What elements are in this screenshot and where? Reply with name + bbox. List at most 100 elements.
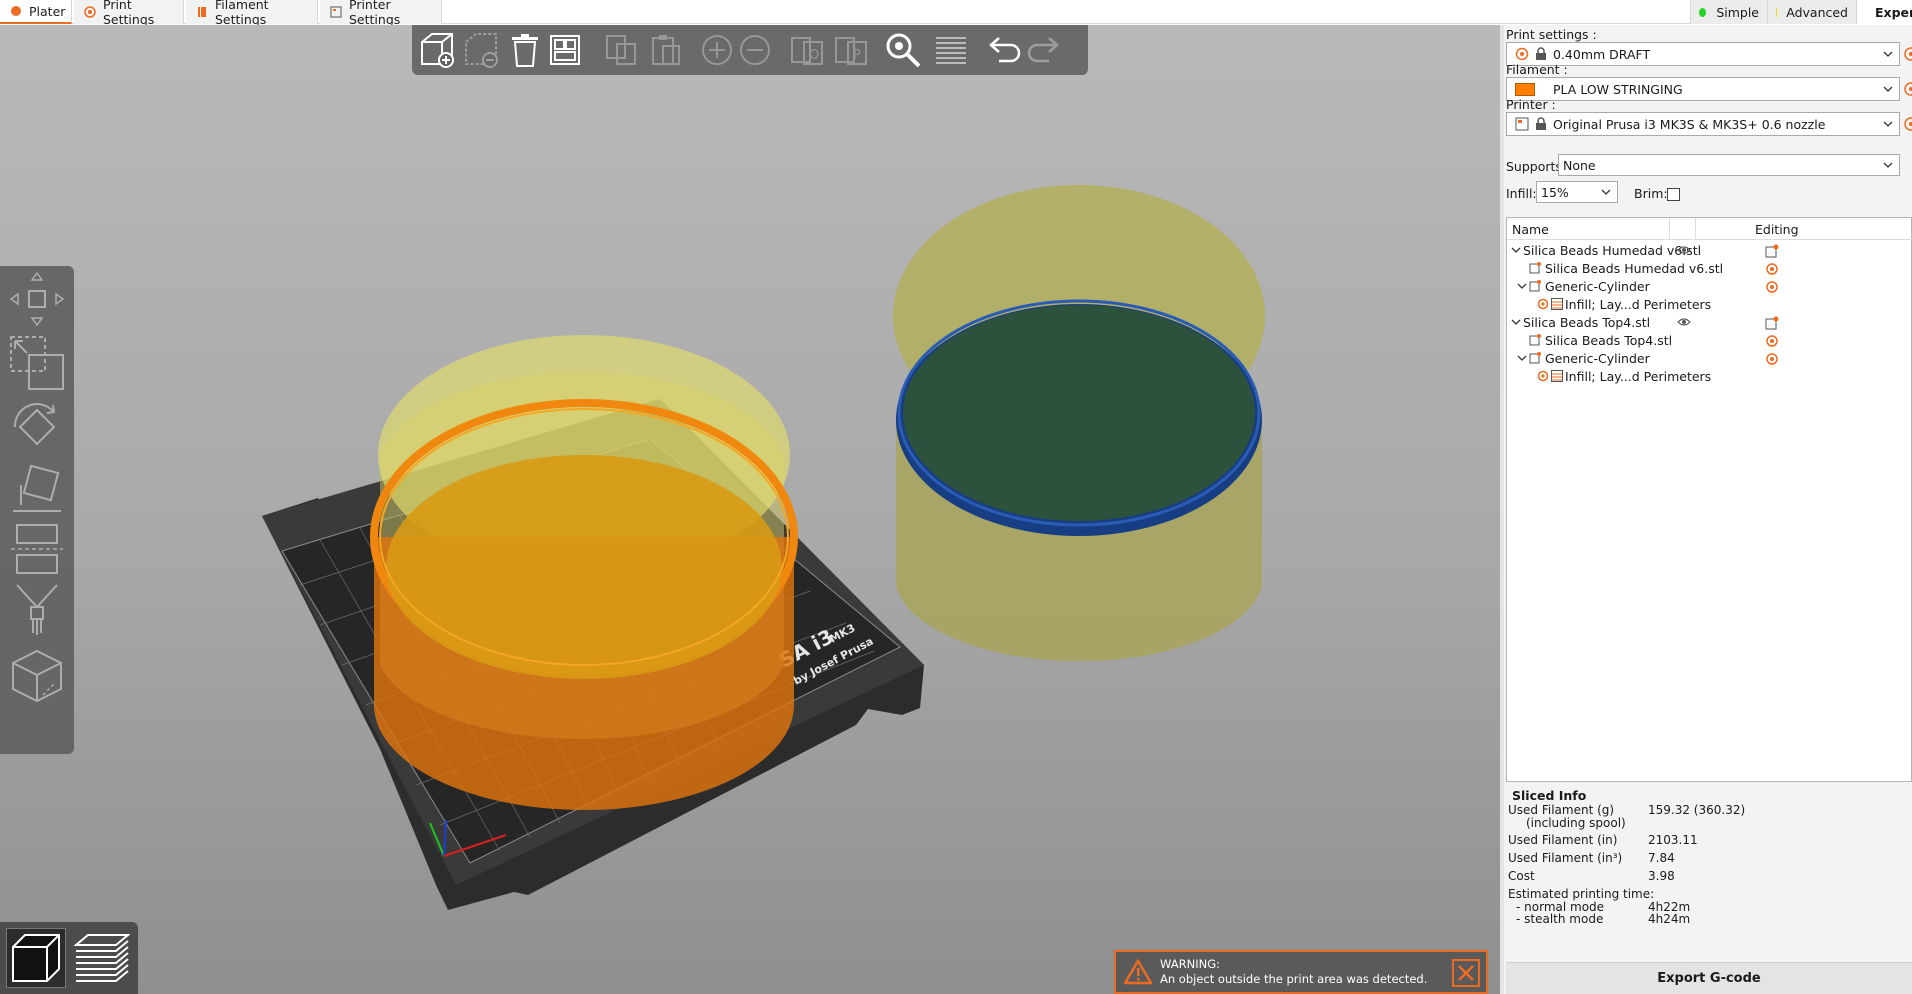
search-button[interactable] <box>882 30 924 70</box>
object-silica-beads-top4[interactable] <box>893 185 1265 662</box>
tab-bar: Plater Print Settings Filament Settings … <box>0 0 1912 27</box>
add-instance-button[interactable] <box>696 30 738 70</box>
filament-combo[interactable]: PLA LOW STRINGING <box>1506 77 1900 101</box>
used-filament-in3-value: 7.84 <box>1648 851 1675 865</box>
settings-gear-icon[interactable] <box>1765 352 1779 366</box>
copy-button[interactable] <box>600 30 642 70</box>
tab-print-settings[interactable]: Print Settings <box>74 0 184 27</box>
used-filament-g-value: 159.32 (360.32) <box>1648 803 1746 817</box>
paint-supports-button[interactable] <box>6 578 68 640</box>
cube-3d-icon <box>9 931 63 985</box>
eye-icon[interactable] <box>1677 316 1691 328</box>
settings-gear-icon[interactable] <box>1765 334 1779 348</box>
layers-icon <box>1551 370 1563 382</box>
supports-value: None <box>1563 157 1596 173</box>
part-icon <box>1529 334 1541 346</box>
eye-icon[interactable] <box>1677 244 1691 256</box>
split-parts-button[interactable]: P <box>830 30 872 70</box>
tab-plater[interactable]: Plater <box>0 0 72 24</box>
3d-viewport[interactable]: SA i3 MK3 by Josef Prusa O P WARNING: An… <box>0 25 1500 994</box>
undo-button[interactable] <box>982 30 1024 70</box>
remove-instance-button[interactable] <box>734 30 776 70</box>
settings-gear-icon <box>1537 370 1549 382</box>
arrange-button[interactable] <box>544 30 586 70</box>
object-list-header: Name Editing <box>1507 218 1912 240</box>
lock-icon <box>1535 117 1547 131</box>
delete-all-button[interactable] <box>504 30 546 70</box>
seam-painting-button[interactable] <box>6 644 68 706</box>
modifier-icon <box>1529 280 1541 292</box>
supports-combo[interactable]: None <box>1558 154 1900 176</box>
rotate-tool-button[interactable] <box>6 396 68 458</box>
add-part-icon[interactable] <box>1765 244 1779 258</box>
add-object-button[interactable] <box>416 30 458 70</box>
chevron-down-icon[interactable] <box>1511 317 1521 327</box>
view-toggle <box>0 922 138 994</box>
warning-close-button[interactable] <box>1452 959 1480 987</box>
left-toolbar <box>0 266 74 754</box>
chevron-down-icon[interactable] <box>1511 245 1521 255</box>
redo-button[interactable] <box>1024 30 1066 70</box>
scale-tool-button[interactable] <box>6 332 68 394</box>
object-list: Name Editing Silica Beads Humedad v6.stl… <box>1506 217 1912 782</box>
tab-printer-settings[interactable]: Printer Settings <box>320 0 442 27</box>
part-icon <box>1529 262 1541 274</box>
settings-gear-icon[interactable] <box>1765 262 1779 276</box>
used-filament-in-label: Used Filament (in) <box>1508 833 1618 847</box>
object-name: Silica Beads Top4.stl <box>1523 315 1651 330</box>
mode-advanced[interactable]: Advanced <box>1767 0 1856 24</box>
split-objects-button[interactable]: O <box>786 30 828 70</box>
paste-icon <box>649 34 681 66</box>
undo-icon <box>985 35 1021 65</box>
add-part-icon[interactable] <box>1765 316 1779 330</box>
edit-print-settings-icon[interactable] <box>1903 46 1912 62</box>
3d-scene: SA i3 MK3 by Josef Prusa <box>262 185 1265 910</box>
mode-simple[interactable]: Simple <box>1690 0 1767 24</box>
redo-icon <box>1027 35 1063 65</box>
chevron-down-icon[interactable] <box>1517 281 1527 291</box>
object-name: Silica Beads Humedad v6.stl <box>1545 261 1724 276</box>
edit-filament-icon[interactable] <box>1903 81 1912 97</box>
settings-gear-icon[interactable] <box>1765 280 1779 294</box>
export-gcode-label: Export G-code <box>1657 971 1761 986</box>
warning-title: WARNING: <box>1160 957 1220 971</box>
object-silica-beads-humedad[interactable] <box>370 335 798 810</box>
print-settings-icon <box>1515 47 1529 61</box>
chevron-down-icon <box>1601 187 1611 197</box>
move-tool-button[interactable] <box>6 268 68 330</box>
object-name: Infill; Lay...d Perimeters <box>1565 297 1712 312</box>
cut-tool-button[interactable] <box>6 518 68 580</box>
mode-expert[interactable]: Expert <box>1856 0 1912 24</box>
export-gcode-button[interactable]: Export G-code <box>1506 962 1912 994</box>
cost-label: Cost <box>1508 869 1535 883</box>
search-icon <box>885 32 921 68</box>
mode-label: Advanced <box>1786 4 1848 20</box>
plus-circle-icon <box>701 34 733 66</box>
object-name: Silica Beads Humedad v6.stl <box>1523 243 1702 258</box>
object-name: Silica Beads Top4.stl <box>1545 333 1673 348</box>
sliced-info-panel: Sliced Info Used Filament (g) 159.32 (36… <box>1506 788 1912 958</box>
variable-layer-height-button[interactable] <box>930 30 972 70</box>
sliced-info-title: Sliced Info <box>1512 788 1587 803</box>
filament-settings-icon <box>196 6 208 18</box>
brim-checkbox[interactable] <box>1667 188 1680 201</box>
delete-object-button[interactable] <box>460 30 502 70</box>
chevron-down-icon <box>1883 84 1893 94</box>
place-on-face-button[interactable] <box>6 460 68 522</box>
printer-combo[interactable]: Original Prusa i3 MK3S & MK3S+ 0.6 nozzl… <box>1506 112 1900 136</box>
chevron-down-icon[interactable] <box>1517 353 1527 363</box>
scale-icon <box>7 333 67 393</box>
preview-layers-icon <box>74 931 130 985</box>
paste-button[interactable] <box>644 30 686 70</box>
infill-combo[interactable]: 15% <box>1536 181 1618 203</box>
list-item[interactable]: Infill; Lay...d Perimeters <box>1507 366 1912 388</box>
split-objects-icon: O <box>790 34 824 66</box>
edit-printer-icon[interactable] <box>1903 116 1912 132</box>
tab-label: Print Settings <box>103 0 155 27</box>
mode-label: Simple <box>1716 4 1759 20</box>
preview-button[interactable] <box>72 928 132 988</box>
tab-filament-settings[interactable]: Filament Settings <box>186 0 318 27</box>
3d-view-button[interactable] <box>6 928 66 988</box>
chevron-down-icon <box>1883 49 1893 59</box>
top-toolbar: O P <box>412 25 1088 75</box>
